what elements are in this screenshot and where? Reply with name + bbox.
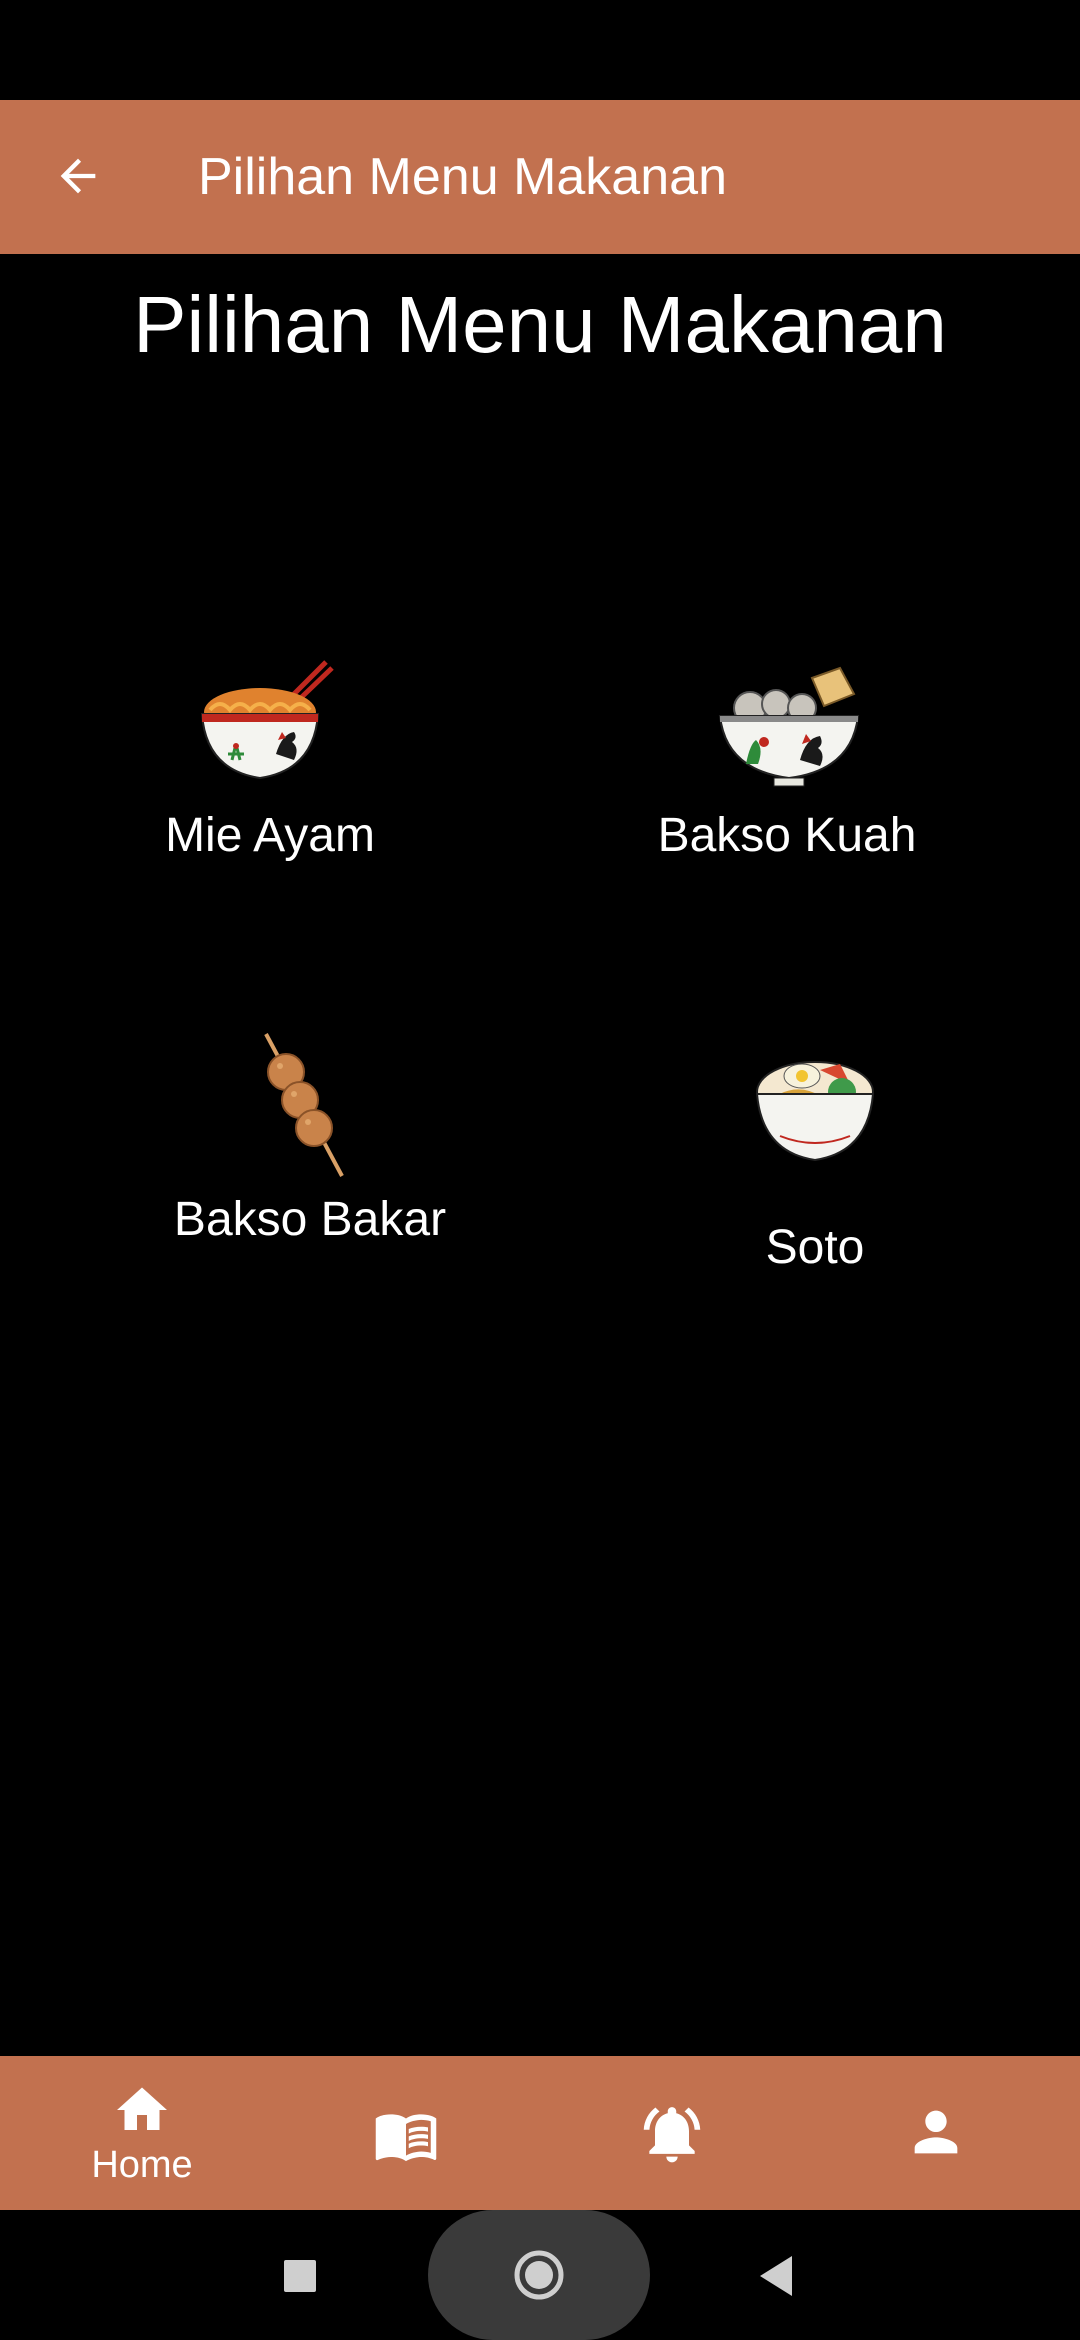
book-icon bbox=[375, 2114, 437, 2162]
recents-button[interactable] bbox=[280, 2256, 320, 2296]
nav-item-notifications[interactable] bbox=[572, 2056, 772, 2210]
meatball-soup-icon bbox=[718, 666, 860, 787]
nav-item-home[interactable]: Home bbox=[42, 2056, 242, 2210]
nav-item-profile[interactable] bbox=[836, 2056, 1036, 2210]
menu-item-label: Bakso Kuah bbox=[657, 809, 917, 862]
circle-icon bbox=[514, 2250, 564, 2300]
alarm-bell-icon bbox=[643, 2107, 701, 2163]
app-bar-title: Pilihan Menu Makanan bbox=[198, 148, 727, 206]
menu-item-soto[interactable]: Soto bbox=[700, 1040, 930, 1290]
square-icon bbox=[284, 2260, 316, 2292]
nav-item-book[interactable] bbox=[306, 2056, 506, 2210]
page-title: Pilihan Menu Makanan bbox=[133, 280, 947, 369]
home-pill[interactable] bbox=[428, 2210, 650, 2340]
app-bar: Pilihan Menu Makanan bbox=[0, 100, 1080, 254]
menu-item-mie-ayam[interactable]: Mie Ayam bbox=[140, 640, 400, 870]
menu-item-label: Mie Ayam bbox=[165, 809, 375, 862]
back-button[interactable] bbox=[46, 144, 110, 208]
nav-label-home: Home bbox=[91, 2144, 193, 2186]
back-nav-button[interactable] bbox=[756, 2252, 796, 2300]
menu-item-label: Bakso Bakar bbox=[173, 1193, 447, 1246]
bottom-navigation: Home bbox=[0, 2056, 1080, 2210]
system-navigation-bar bbox=[0, 2210, 1080, 2340]
person-icon bbox=[914, 2110, 958, 2154]
menu-item-bakso-kuah[interactable]: Bakso Kuah bbox=[650, 640, 924, 870]
menu-item-label: Soto bbox=[765, 1221, 865, 1274]
soto-bowl-icon bbox=[755, 1061, 875, 1162]
status-bar bbox=[0, 0, 1080, 100]
menu-item-bakso-bakar[interactable]: Bakso Bakar bbox=[160, 1030, 460, 1260]
noodle-bowl-icon bbox=[200, 660, 334, 780]
meatball-skewer-icon bbox=[264, 1033, 344, 1177]
triangle-back-icon bbox=[760, 2256, 792, 2296]
arrow-back-icon bbox=[60, 158, 96, 194]
home-icon bbox=[117, 2087, 167, 2130]
